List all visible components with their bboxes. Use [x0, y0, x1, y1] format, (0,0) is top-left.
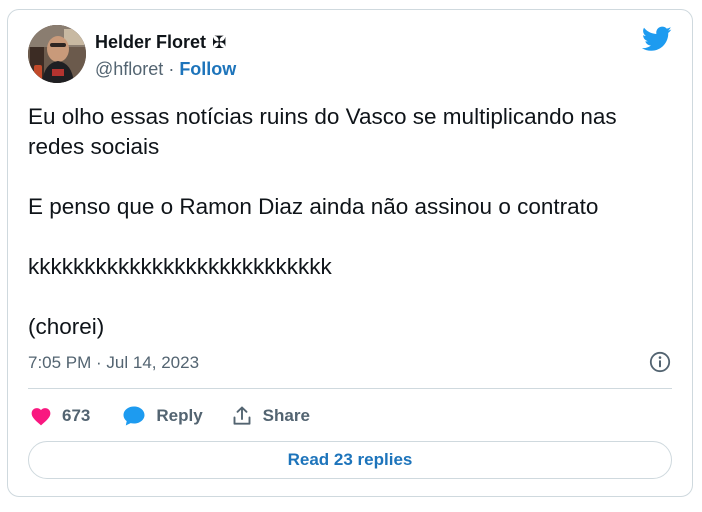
reply-button[interactable]: Reply — [122, 405, 203, 427]
author-handle[interactable]: @hfloret — [95, 59, 163, 79]
tweet-line: E penso que o Ramon Diaz ainda não assin… — [28, 194, 599, 219]
share-button[interactable]: Share — [231, 405, 310, 427]
reply-label: Reply — [156, 406, 203, 425]
avatar-image — [28, 25, 86, 83]
tweet-line: kkkkkkkkkkkkkkkkkkkkkkkkkkk — [28, 254, 332, 279]
heart-icon — [31, 408, 51, 426]
separator: · — [168, 59, 175, 79]
tweet-card: Helder Floret ✠ @hfloret · Follow Eu olho … — [7, 9, 693, 497]
share-label: Share — [262, 406, 310, 425]
tweet-line: (chorei) — [28, 314, 105, 339]
read-replies-button[interactable]: Read 23 replies — [28, 441, 672, 479]
handle-row: @hfloret · Follow — [95, 59, 236, 80]
like-button[interactable]: 673 — [30, 406, 90, 426]
tweet-timestamp[interactable]: 7:05 PM · Jul 14, 2023 — [28, 353, 199, 373]
tweet-text: Eu olho essas notícias ruins do Vasco se… — [28, 102, 678, 342]
like-count: 673 — [62, 406, 91, 425]
display-name[interactable]: Helder Floret — [95, 32, 206, 53]
follow-link[interactable]: Follow — [179, 59, 236, 79]
divider — [28, 388, 672, 389]
twitter-bird-icon[interactable] — [642, 26, 672, 52]
action-bar: 673 Reply Share — [30, 402, 310, 430]
share-upload-icon — [233, 406, 251, 425]
author-name-row[interactable]: Helder Floret ✠ — [95, 32, 226, 53]
info-icon[interactable] — [649, 351, 671, 373]
tweet-line: Eu olho essas notícias ruins do Vasco se… — [28, 104, 617, 159]
speech-bubble-icon — [123, 406, 145, 426]
avatar[interactable] — [28, 25, 86, 83]
name-symbol: ✠ — [212, 32, 227, 52]
